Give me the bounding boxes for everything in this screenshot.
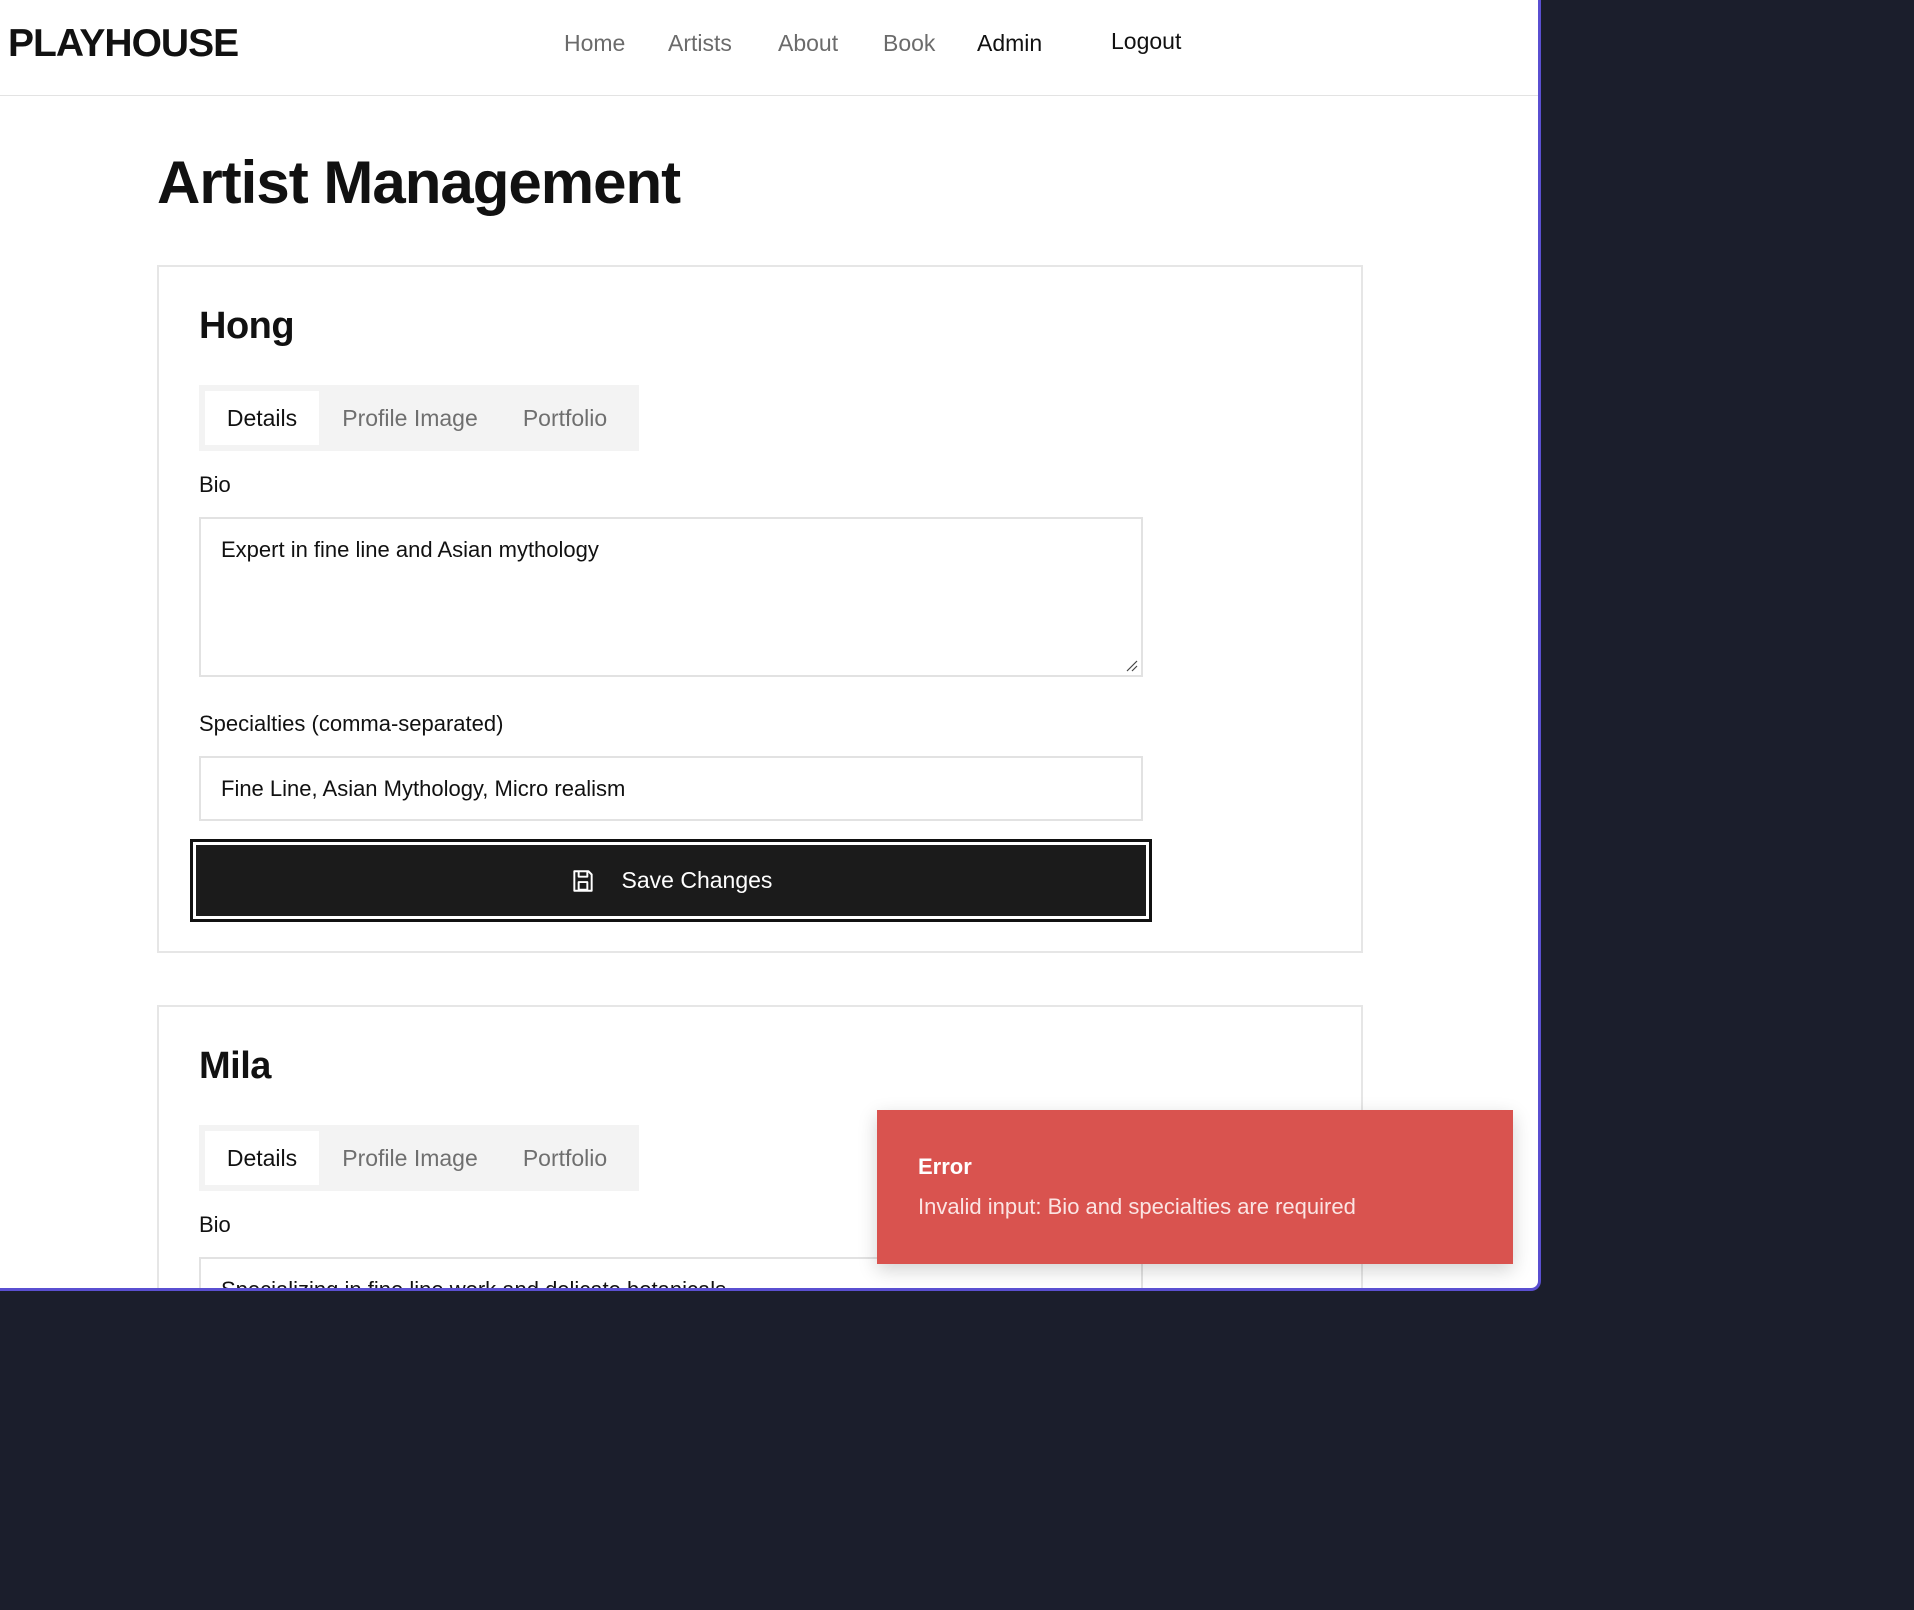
tab-profile-image[interactable]: Profile Image xyxy=(337,391,483,445)
tab-details[interactable]: Details xyxy=(205,391,319,445)
page-title: Artist Management xyxy=(157,149,681,216)
tab-profile-image[interactable]: Profile Image xyxy=(337,1131,483,1185)
bio-value: Specializing in fine line work and delic… xyxy=(221,1277,727,1291)
save-changes-label: Save Changes xyxy=(621,867,773,893)
toast-title: Error xyxy=(918,1154,972,1179)
tab-portfolio[interactable]: Portfolio xyxy=(515,1131,615,1185)
save-icon xyxy=(572,869,593,892)
specialties-label: Specialties (comma-separated) xyxy=(199,711,504,736)
nav-link-admin[interactable]: Admin xyxy=(977,30,1042,57)
bio-label: Bio xyxy=(199,472,231,497)
save-changes-button[interactable]: Save Changes xyxy=(190,839,1152,922)
specialties-input[interactable]: Fine Line, Asian Mythology, Micro realis… xyxy=(199,756,1143,821)
nav-link-artists[interactable]: Artists xyxy=(668,30,732,57)
artist-name: Mila xyxy=(199,1045,271,1087)
artist-name: Hong xyxy=(199,305,295,347)
browser-window: PLAYHOUSE Home Artists About Book Admin … xyxy=(0,0,1541,1291)
error-toast[interactable]: Error Invalid input: Bio and specialties… xyxy=(877,1110,1513,1264)
specialties-value: Fine Line, Asian Mythology, Micro realis… xyxy=(221,776,626,801)
artist-tabs: Details Profile Image Portfolio xyxy=(199,385,639,451)
bio-label: Bio xyxy=(199,1212,231,1237)
bio-textarea[interactable]: Expert in fine line and Asian mythology xyxy=(199,517,1143,677)
top-navbar: PLAYHOUSE Home Artists About Book Admin … xyxy=(0,0,1538,96)
nav-link-home[interactable]: Home xyxy=(564,30,625,57)
artist-tabs: Details Profile Image Portfolio xyxy=(199,1125,639,1191)
bio-value: Expert in fine line and Asian mythology xyxy=(221,537,599,562)
artist-card: Hong Details Profile Image Portfolio Bio… xyxy=(157,265,1363,953)
nav-link-about[interactable]: About xyxy=(778,30,838,57)
tab-details[interactable]: Details xyxy=(205,1131,319,1185)
nav-link-book[interactable]: Book xyxy=(883,30,935,57)
resize-handle-icon[interactable] xyxy=(1126,660,1138,672)
brand-logo[interactable]: PLAYHOUSE xyxy=(8,22,239,66)
tab-portfolio[interactable]: Portfolio xyxy=(515,391,615,445)
logout-button[interactable]: Logout xyxy=(1111,28,1181,55)
toast-message: Invalid input: Bio and specialties are r… xyxy=(918,1194,1356,1219)
